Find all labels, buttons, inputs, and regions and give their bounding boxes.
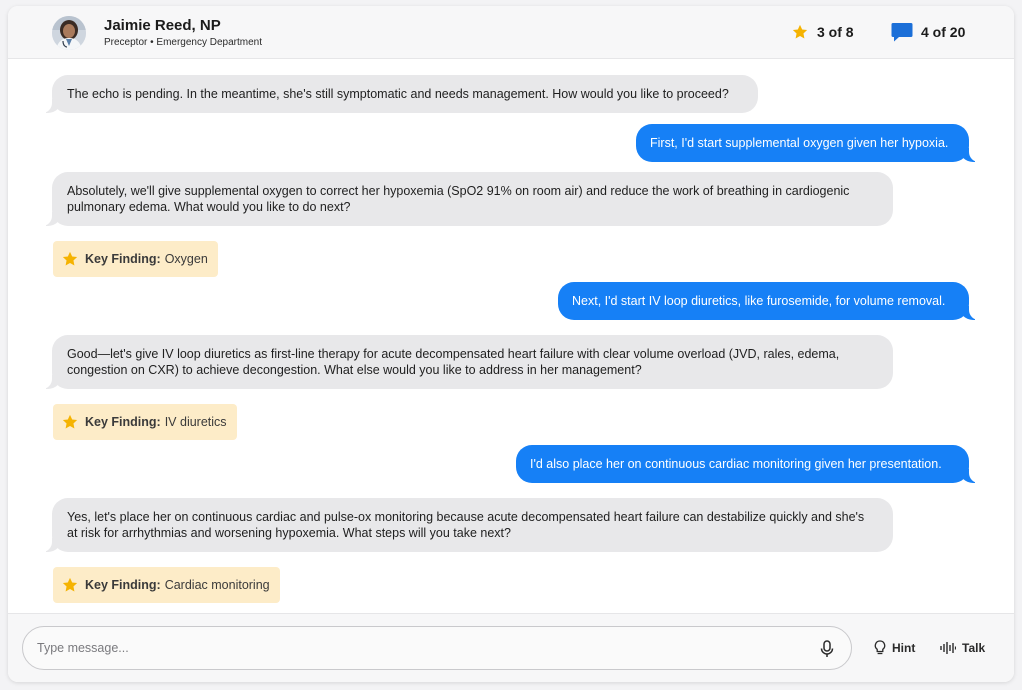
preceptor-name: Jaimie Reed, NP	[104, 17, 221, 34]
message-text: The echo is pending. In the meantime, sh…	[67, 87, 729, 101]
talk-button[interactable]: Talk	[940, 636, 985, 660]
key-finding-badge: Key Finding: Oxygen	[53, 241, 218, 277]
key-finding-label: Key Finding:	[85, 415, 161, 429]
key-findings-counter: 3 of 8	[791, 21, 854, 43]
key-finding-label: Key Finding:	[85, 252, 161, 266]
message-text: Good—let's give IV loop diuretics as fir…	[67, 347, 840, 377]
chat-bubble-icon	[891, 23, 913, 42]
avatar	[52, 16, 86, 50]
preceptor-message: Yes, let's place her on continuous cardi…	[42, 498, 893, 552]
key-finding-badge: Key Finding: Cardiac monitoring	[53, 567, 280, 603]
message-list: The echo is pending. In the meantime, sh…	[8, 60, 1014, 613]
user-message: Next, I'd start IV loop diuretics, like …	[558, 282, 979, 320]
user-message: I'd also place her on continuous cardiac…	[516, 445, 979, 483]
star-icon	[62, 251, 78, 266]
message-text: Next, I'd start IV loop diuretics, like …	[572, 294, 946, 308]
key-finding-value: IV diuretics	[164, 415, 227, 429]
chat-header: Jaimie Reed, NP Preceptor • Emergency De…	[8, 6, 1014, 59]
message-counter: 4 of 20	[891, 21, 965, 43]
preceptor-message: Good—let's give IV loop diuretics as fir…	[42, 335, 893, 389]
key-findings-count: 3 of 8	[817, 24, 854, 40]
hint-button[interactable]: Hint	[874, 636, 915, 660]
message-text: I'd also place her on continuous cardiac…	[530, 457, 942, 471]
message-text: Absolutely, we'll give supplemental oxyg…	[67, 184, 850, 214]
waveform-icon	[940, 642, 956, 654]
preceptor-message: The echo is pending. In the meantime, sh…	[42, 75, 758, 113]
message-text: First, I'd start supplemental oxygen giv…	[650, 136, 949, 150]
preceptor-role: Preceptor • Emergency Department	[104, 37, 263, 48]
message-input[interactable]	[37, 637, 797, 659]
talk-label: Talk	[962, 641, 986, 655]
preceptor-message: Absolutely, we'll give supplemental oxyg…	[42, 172, 893, 226]
key-finding-label: Key Finding:	[85, 578, 161, 592]
key-finding-value: Oxygen	[164, 252, 208, 266]
star-icon	[62, 577, 78, 592]
hint-label: Hint	[892, 641, 916, 655]
star-icon	[62, 414, 78, 429]
key-finding-value: Cardiac monitoring	[164, 578, 270, 592]
star-icon	[792, 24, 808, 39]
composer-bar: Hint Talk	[8, 613, 1014, 682]
message-count: 4 of 20	[921, 24, 966, 40]
lightbulb-icon	[874, 640, 886, 655]
microphone-icon[interactable]	[817, 639, 837, 659]
chat-window: Jaimie Reed, NP Preceptor • Emergency De…	[8, 6, 1014, 682]
user-message: First, I'd start supplemental oxygen giv…	[636, 124, 979, 162]
message-input-container[interactable]	[22, 626, 852, 670]
key-finding-badge: Key Finding: IV diuretics	[53, 404, 237, 440]
message-text: Yes, let's place her on continuous cardi…	[67, 510, 865, 540]
